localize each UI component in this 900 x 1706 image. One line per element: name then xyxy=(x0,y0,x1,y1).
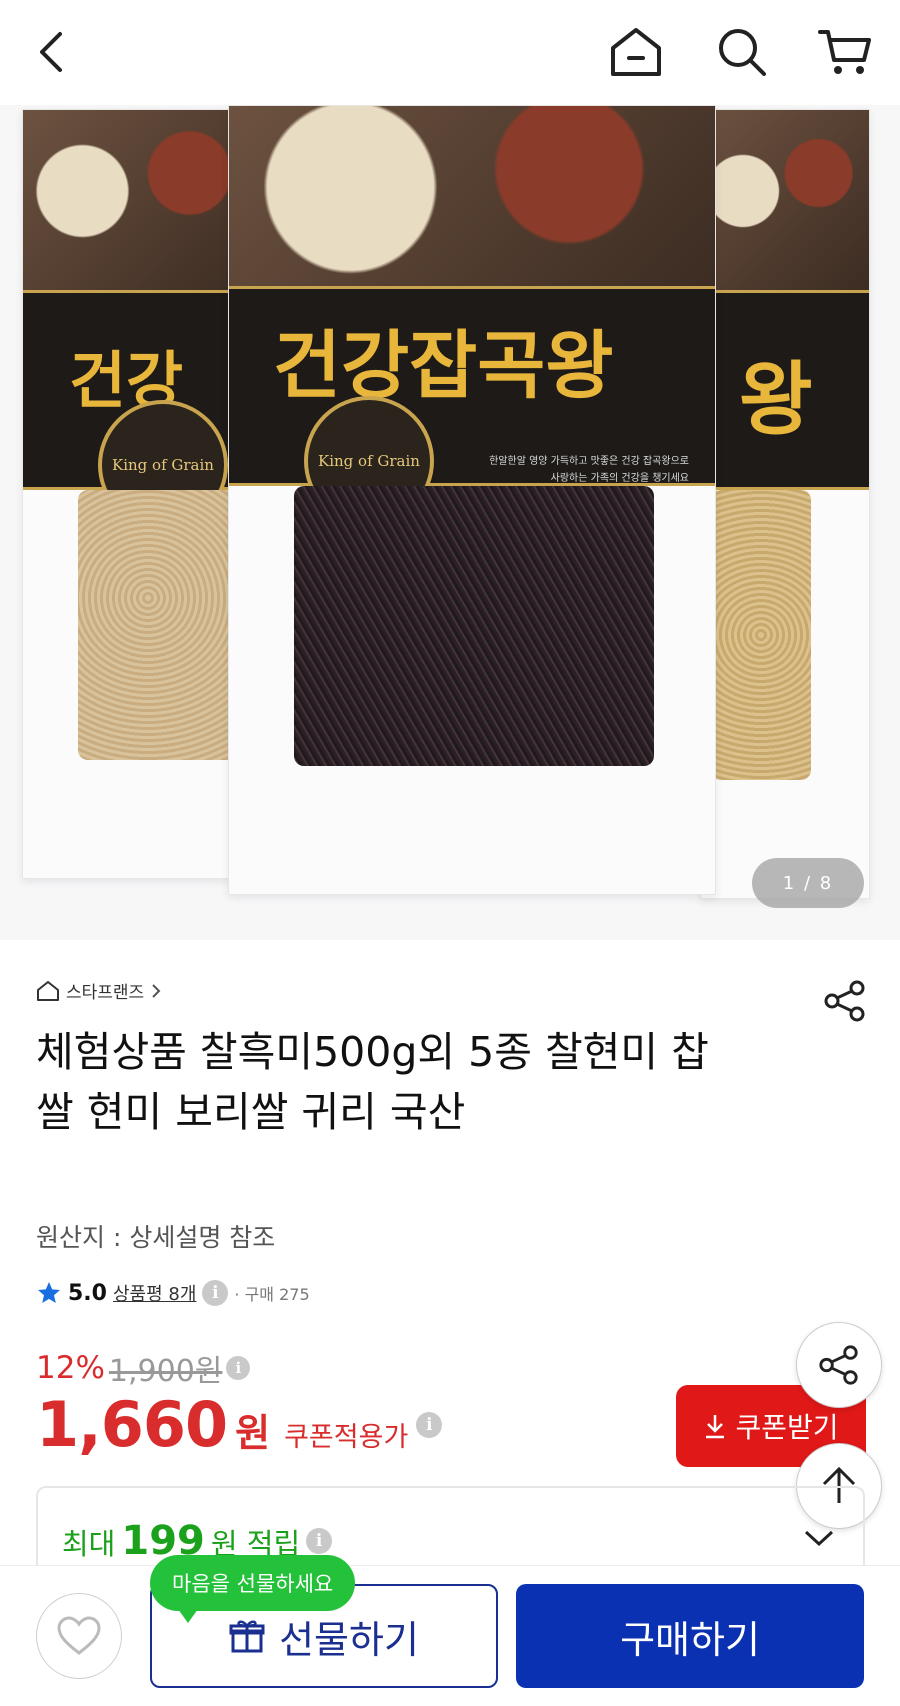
chevron-left-icon xyxy=(40,32,62,72)
chevron-right-icon xyxy=(152,983,161,998)
heart-icon xyxy=(57,1616,101,1655)
search-icon xyxy=(719,29,766,76)
discount-rate: 12% xyxy=(36,1350,105,1386)
package-brand: 건강잡곡왕 xyxy=(273,323,614,409)
share-button[interactable] xyxy=(822,978,868,1024)
info-icon[interactable]: i xyxy=(416,1411,443,1438)
origin-info: 원산지 : 상세설명 참조 xyxy=(36,1223,276,1252)
package-image-right: 왕 xyxy=(700,109,870,899)
rating-row: 5.0 상품평 8개 i · 구매 275 xyxy=(36,1280,310,1306)
home-button[interactable] xyxy=(606,22,666,82)
coupon-price-label: 쿠폰적용가 xyxy=(284,1422,409,1453)
original-price: 1,900원 xyxy=(108,1354,223,1389)
sale-price: 1,660 xyxy=(36,1388,228,1461)
store-link[interactable]: 스타프랜즈 xyxy=(36,978,162,1003)
cart-icon xyxy=(818,30,871,74)
gift-tooltip: 마음을 선물하세요 xyxy=(150,1555,356,1623)
chevron-down-icon xyxy=(804,1530,834,1547)
star-icon xyxy=(38,1282,60,1303)
package-brand-partial-right: 왕 xyxy=(739,352,813,446)
home-icon xyxy=(37,980,59,1001)
reviews-link[interactable]: 상품평 8개 xyxy=(113,1280,196,1306)
info-icon[interactable]: i xyxy=(306,1528,333,1554)
search-button[interactable] xyxy=(712,22,772,82)
product-title: 체험상품 찰흑미500g외 5종 찰현미 찹쌀 현미 보리쌀 귀리 국산 xyxy=(36,1028,709,1136)
cart-button[interactable] xyxy=(815,22,875,82)
price-row: 1,660 원 쿠폰적용가 i xyxy=(36,1388,443,1461)
bottom-action-bar: 선물하기 구매하기 xyxy=(0,1565,900,1706)
discount-row: 12% 1,900원 i xyxy=(36,1346,251,1390)
image-pager: 1 / 8 xyxy=(752,858,864,908)
top-bar xyxy=(0,0,900,105)
download-icon xyxy=(706,1415,725,1439)
price-unit: 원 xyxy=(235,1411,271,1455)
floating-share-button[interactable] xyxy=(796,1322,882,1408)
package-image-main: 건강잡곡왕 King of Grain 한알한알 영양 가득하고 맛좋은 건강 … xyxy=(228,105,716,895)
info-icon[interactable]: i xyxy=(226,1356,251,1380)
buy-button[interactable]: 구매하기 xyxy=(516,1584,864,1688)
purchase-count: · 구매 275 xyxy=(234,1285,310,1304)
package-copy: 한알한알 영양 가득하고 맛좋은 건강 잡곡왕으로 사랑하는 가족의 건강을 챙… xyxy=(489,456,689,484)
gift-icon xyxy=(229,1620,265,1653)
product-image-gallery[interactable]: 건강 King of Grain 왕 건강잡곡왕 King of Grain 한… xyxy=(0,105,900,940)
share-icon xyxy=(819,1345,858,1385)
info-icon[interactable]: i xyxy=(202,1280,229,1306)
store-name: 스타프랜즈 xyxy=(66,983,145,1003)
rating-score: 5.0 xyxy=(68,1280,107,1306)
package-image-left: 건강 King of Grain xyxy=(22,109,262,879)
wishlist-button[interactable] xyxy=(36,1593,122,1679)
share-icon xyxy=(824,980,865,1022)
back-button[interactable] xyxy=(22,22,82,82)
home-icon xyxy=(611,28,661,76)
